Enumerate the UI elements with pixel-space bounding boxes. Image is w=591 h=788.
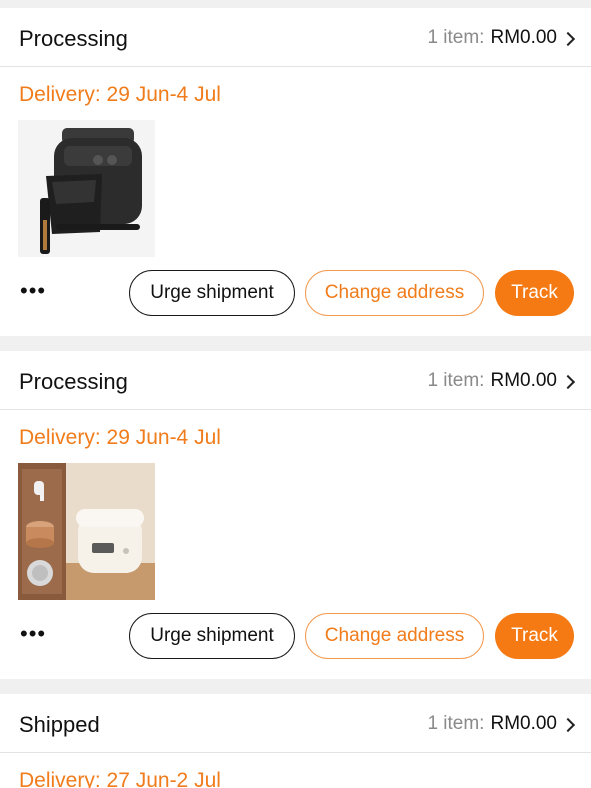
order-header[interactable]: Shipped 1 item: RM0.00 [0,694,591,753]
orders-page: Processing 1 item: RM0.00 Delivery: 29 J… [0,0,591,788]
chevron-right-icon [560,31,576,46]
product-image-rice-cooker[interactable] [18,463,155,600]
chevron-right-icon [560,374,576,389]
order-summary[interactable]: 1 item: RM0.00 [427,713,576,735]
product-image-air-fryer[interactable] [18,120,155,257]
change-address-button[interactable]: Change address [305,270,484,316]
order-card: Processing 1 item: RM0.00 Delivery: 29 J… [0,8,591,336]
order-header[interactable]: Processing 1 item: RM0.00 [0,8,591,67]
urge-shipment-button[interactable]: Urge shipment [129,613,295,659]
order-card: Processing 1 item: RM0.00 Delivery: 29 J… [0,351,591,679]
order-header[interactable]: Processing 1 item: RM0.00 [0,351,591,410]
delivery-estimate: Delivery: 27 Jun-2 Jul [19,769,221,788]
delivery-estimate: Delivery: 29 Jun-4 Jul [19,426,221,449]
order-amount: RM0.00 [490,370,557,391]
order-status: Processing [19,26,128,51]
order-amount: RM0.00 [490,713,557,734]
more-options-icon[interactable]: ••• [20,623,46,645]
order-status: Shipped [19,712,100,737]
track-button[interactable]: Track [495,613,574,659]
track-button[interactable]: Track [495,270,574,316]
change-address-button[interactable]: Change address [305,613,484,659]
order-amount: RM0.00 [490,27,557,48]
order-status: Processing [19,369,128,394]
order-summary[interactable]: 1 item: RM0.00 [427,370,576,392]
chevron-right-icon [560,717,576,732]
item-count: 1 item: [427,370,485,391]
delivery-estimate: Delivery: 29 Jun-4 Jul [19,83,221,106]
urge-shipment-button[interactable]: Urge shipment [129,270,295,316]
order-card: Shipped 1 item: RM0.00 Delivery: 27 Jun-… [0,694,591,788]
item-count: 1 item: [427,27,485,48]
more-options-icon[interactable]: ••• [20,280,46,302]
item-count: 1 item: [427,713,485,734]
order-summary[interactable]: 1 item: RM0.00 [427,27,576,49]
